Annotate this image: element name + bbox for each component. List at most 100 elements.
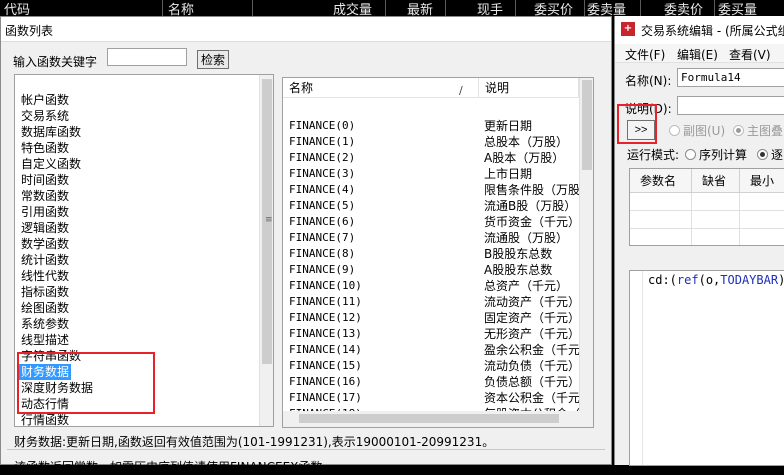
- category-item[interactable]: 引用函数: [21, 204, 69, 220]
- param-cell[interactable]: [740, 211, 784, 229]
- function-table-vscrollbar[interactable]: [579, 78, 593, 411]
- category-item[interactable]: 财务数据: [19, 364, 72, 380]
- function-name: FINANCE(5): [289, 199, 356, 212]
- function-name: FINANCE(4): [289, 183, 356, 196]
- search-button[interactable]: 检索: [197, 50, 229, 69]
- function-hscroll-thumb[interactable]: [299, 414, 559, 423]
- param-cell[interactable]: [692, 193, 740, 211]
- function-list-titlebar[interactable]: 函数列表: [1, 17, 611, 42]
- function-desc: 资本公积金（千元: [484, 391, 579, 405]
- radio-mainchart-label: 主图叠: [747, 124, 784, 138]
- radio-subchart[interactable]: [669, 125, 680, 136]
- column-header-name[interactable]: 名称 ∕: [283, 78, 479, 98]
- param-cell[interactable]: [692, 229, 740, 245]
- table-row[interactable]: FINANCE(5) 流通B股（万股）: [283, 198, 579, 214]
- param-header-min[interactable]: 最小: [740, 169, 784, 193]
- keyword-label: 输入函数关键字: [13, 55, 98, 69]
- name-input[interactable]: [677, 68, 784, 87]
- table-row[interactable]: FINANCE(7) 流通股（万股）: [283, 230, 579, 246]
- category-item[interactable]: 行情函数: [21, 412, 69, 426]
- function-table-hscrollbar[interactable]: [283, 411, 593, 427]
- table-row[interactable]: FINANCE(11) 流动资产（千元）: [283, 294, 579, 310]
- radio-sequence-calc[interactable]: [685, 149, 696, 160]
- param-cell[interactable]: [630, 193, 692, 211]
- table-row[interactable]: FINANCE(9) A股股东总数: [283, 262, 579, 278]
- category-item[interactable]: 帐户函数: [21, 92, 69, 108]
- category-item[interactable]: 数据库函数: [21, 124, 81, 140]
- table-row[interactable]: FINANCE(15) 流动负债（千元）: [283, 358, 579, 374]
- param-header-default[interactable]: 缺省: [692, 169, 740, 193]
- table-row[interactable]: FINANCE(10) 总资产（千元）: [283, 278, 579, 294]
- function-description: 财务数据:更新日期,函数返回有效值范围为(101-1991231),表示1900…: [14, 435, 495, 449]
- category-item[interactable]: 交易系统: [21, 108, 69, 124]
- menu-file[interactable]: 文件(F): [625, 46, 665, 63]
- table-row[interactable]: FINANCE(3) 上市日期: [283, 166, 579, 182]
- function-name: FINANCE(16): [289, 375, 362, 388]
- table-row[interactable]: FINANCE(16) 负债总额（千元）: [283, 374, 579, 390]
- parameter-grid[interactable]: 参数名 缺省 最小: [629, 168, 784, 246]
- category-list-scrollbar[interactable]: ≡: [259, 75, 273, 426]
- param-cell[interactable]: [630, 229, 692, 245]
- function-desc: 盈余公积金（千元: [484, 343, 579, 357]
- category-scroll-thumb[interactable]: ≡: [262, 79, 273, 364]
- category-list[interactable]: 帐户函数 交易系统 数据库函数 特色函数 自定义函数 时间函数 常数函数 引用函数 逻辑函数 数学…: [14, 74, 274, 427]
- code-gutter: [630, 271, 643, 465]
- table-row[interactable]: FINANCE(12) 固定资产（千元）: [283, 310, 579, 326]
- radio-mainchart[interactable]: [733, 125, 744, 136]
- desc-input[interactable]: [677, 96, 784, 115]
- menu-edit[interactable]: 编辑(E): [677, 46, 718, 63]
- code-prefix: cd:(: [648, 273, 677, 287]
- function-desc: 流动负债（千元）: [484, 359, 579, 373]
- category-item[interactable]: 统计函数: [21, 252, 69, 268]
- table-row[interactable]: FINANCE(4) 限售条件股（万股: [283, 182, 579, 198]
- table-row[interactable]: FINANCE(6) 货币资金（千元）: [283, 214, 579, 230]
- code-editor[interactable]: cd:(ref(o,TODAYBAR)-: [629, 270, 784, 466]
- category-item[interactable]: 深度财务数据: [21, 380, 93, 396]
- category-item[interactable]: 数学函数: [21, 236, 69, 252]
- status-divider: [7, 449, 605, 450]
- expand-button[interactable]: >>: [627, 120, 655, 140]
- function-name: FINANCE(0): [289, 119, 356, 132]
- radio-bar-calc[interactable]: [757, 149, 768, 160]
- table-row[interactable]: FINANCE(1) 总股本（万股）: [283, 134, 579, 150]
- param-header-name[interactable]: 参数名: [630, 169, 692, 193]
- category-item[interactable]: 逻辑函数: [21, 220, 69, 236]
- category-item[interactable]: 时间函数: [21, 172, 69, 188]
- table-row[interactable]: FINANCE(17) 资本公积金（千元: [283, 390, 579, 406]
- table-row[interactable]: FINANCE(13) 无形资产（千元）: [283, 326, 579, 342]
- function-note: 该函数返回常数，如需历史序列值请使用FINANCEEX函数。: [14, 460, 335, 474]
- param-cell[interactable]: [692, 211, 740, 229]
- radio-subchart-label: 副图(U): [683, 124, 726, 138]
- category-item[interactable]: 绘图函数: [21, 300, 69, 316]
- function-desc: 总资产（千元）: [484, 279, 569, 293]
- category-item[interactable]: 字符串函数: [21, 348, 81, 364]
- category-item[interactable]: 指标函数: [21, 284, 69, 300]
- category-item[interactable]: 自定义函数: [21, 156, 81, 172]
- table-row[interactable]: FINANCE(14) 盈余公积金（千元: [283, 342, 579, 358]
- category-item[interactable]: 系统参数: [21, 316, 69, 332]
- function-table[interactable]: 名称 ∕ 说明 FINANCE(0) 更新日期 FINANCE(1) 总股本（万股） F…: [282, 77, 594, 428]
- column-header-name-label: 名称: [289, 81, 314, 95]
- column-header-desc[interactable]: 说明: [479, 78, 579, 98]
- category-item[interactable]: 线型描述: [21, 332, 69, 348]
- editor-titlebar[interactable]: + 交易系统编辑 - (所属公式组: [615, 16, 784, 44]
- keyword-input[interactable]: [107, 48, 187, 66]
- table-row[interactable]: FINANCE(0) 更新日期: [283, 118, 579, 134]
- table-row[interactable]: FINANCE(8) B股股东总数: [283, 246, 579, 262]
- category-item[interactable]: 特色函数: [21, 140, 69, 156]
- function-desc: A股本（万股）: [484, 151, 565, 165]
- app-icon: +: [621, 22, 635, 36]
- category-item[interactable]: 动态行情: [21, 396, 69, 412]
- sort-icon: ∕: [459, 84, 463, 97]
- function-scroll-thumb[interactable]: [582, 80, 592, 170]
- formula-editor-dialog: + 交易系统编辑 - (所属公式组 文件(F) 编辑(E) 查看(V) 名称(N…: [614, 16, 784, 466]
- category-item[interactable]: 线性代数: [21, 268, 69, 284]
- table-row[interactable]: FINANCE(2) A股本（万股）: [283, 150, 579, 166]
- editor-menubar: 文件(F) 编辑(E) 查看(V): [615, 44, 784, 63]
- menu-view[interactable]: 查看(V): [729, 46, 771, 63]
- function-list-title: 函数列表: [5, 24, 54, 38]
- param-cell[interactable]: [740, 193, 784, 211]
- category-item[interactable]: 常数函数: [21, 188, 69, 204]
- param-cell[interactable]: [630, 211, 692, 229]
- param-cell[interactable]: [740, 229, 784, 245]
